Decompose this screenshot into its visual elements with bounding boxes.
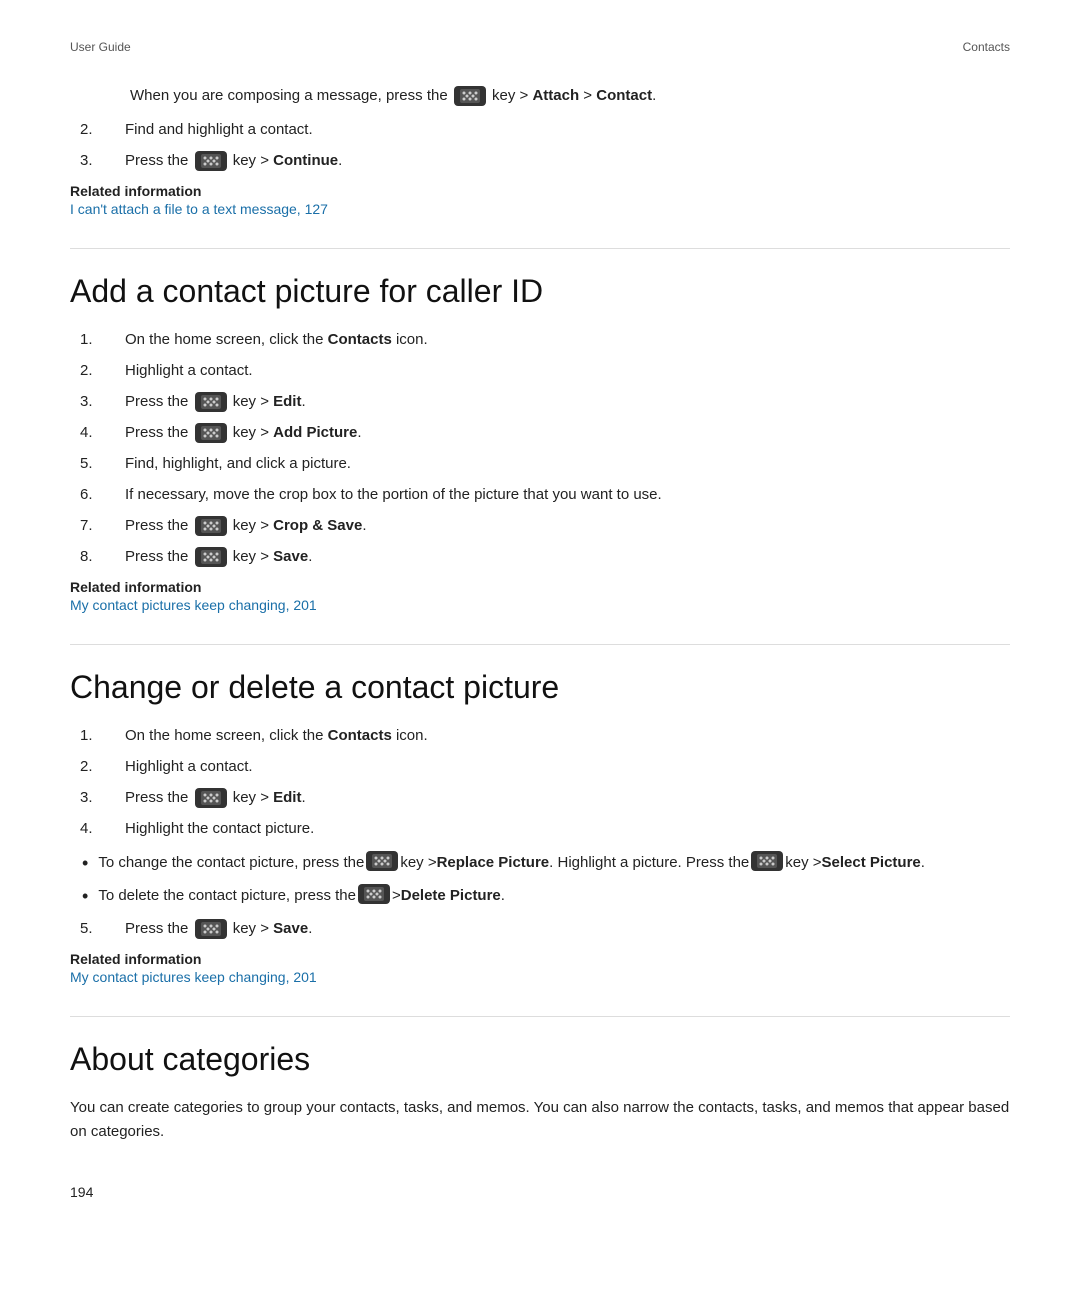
related-info-link-intro[interactable]: I can't attach a file to a text message,… xyxy=(70,201,328,217)
section1-step-2: 2. Highlight a contact. xyxy=(70,359,1010,383)
intro-steps-list: 2. Find and highlight a contact. 3. Pres… xyxy=(70,118,1010,173)
section2-related-label: Related information xyxy=(70,951,1010,967)
intro-step-2: 2. Find and highlight a contact. xyxy=(70,118,1010,142)
section-about-categories: About categories You can create categori… xyxy=(70,1016,1010,1144)
section1-step-4: 4. Press the xyxy=(70,421,1010,445)
section3-text: You can create categories to group your … xyxy=(70,1096,1010,1144)
section2-bullets: To change the contact picture, press the xyxy=(70,851,1010,909)
bb-key-icon-intro-s3 xyxy=(195,151,227,171)
bb-key-icon-intro xyxy=(454,86,486,106)
section3-heading: About categories xyxy=(70,1016,1010,1078)
section2-step-5: 5. Press the xyxy=(70,917,1010,941)
intro-text-after: key > Attach > Contact. xyxy=(492,87,656,104)
section2-heading: Change or delete a contact picture xyxy=(70,644,1010,706)
intro-text-before: When you are composing a message, press … xyxy=(130,87,448,104)
section2-bullet-2: To delete the contact picture, press the xyxy=(70,884,1010,909)
section1-steps: 1. On the home screen, click the Contact… xyxy=(70,328,1010,569)
section1-step-3: 3. Press the xyxy=(70,390,1010,414)
section-add-picture: Add a contact picture for caller ID 1. O… xyxy=(70,248,1010,614)
section1-related-label: Related information xyxy=(70,579,1010,595)
section1-related-info: Related information My contact pictures … xyxy=(70,579,1010,614)
intro-step-3: 3. Press the key > C xyxy=(70,149,1010,173)
section1-related-link[interactable]: My contact pictures keep changing, 201 xyxy=(70,597,317,613)
intro-paragraph: When you are composing a message, press … xyxy=(130,84,1010,108)
section2-step-3: 3. Press the xyxy=(70,786,1010,810)
bb-key-s1-8 xyxy=(195,547,227,567)
section2-related-link[interactable]: My contact pictures keep changing, 201 xyxy=(70,969,317,985)
bb-key-s2-5 xyxy=(195,919,227,939)
page-footer: 194 xyxy=(70,1184,1010,1200)
page-container: User Guide Contacts When you are composi… xyxy=(0,0,1080,1260)
bb-key-s1-7 xyxy=(195,516,227,536)
bb-key-s2-b1b xyxy=(751,851,783,871)
section1-step-1: 1. On the home screen, click the Contact… xyxy=(70,328,1010,352)
header-right: Contacts xyxy=(963,40,1010,54)
section1-heading: Add a contact picture for caller ID xyxy=(70,248,1010,310)
page-number: 194 xyxy=(70,1184,93,1200)
section2-related-info: Related information My contact pictures … xyxy=(70,951,1010,986)
header-left: User Guide xyxy=(70,40,131,54)
section1-step-5: 5. Find, highlight, and click a picture. xyxy=(70,452,1010,476)
section2-step5-list: 5. Press the xyxy=(70,917,1010,941)
bb-key-s2-b1a xyxy=(366,851,398,871)
section2-step-1: 1. On the home screen, click the Contact… xyxy=(70,724,1010,748)
section1-step-6: 6. If necessary, move the crop box to th… xyxy=(70,483,1010,507)
bb-key-s1-3 xyxy=(195,392,227,412)
related-info-label-intro: Related information xyxy=(70,183,1010,199)
bb-key-s2-3 xyxy=(195,788,227,808)
section2-steps: 1. On the home screen, click the Contact… xyxy=(70,724,1010,841)
bb-key-s2-b2 xyxy=(358,884,390,904)
section-change-delete-picture: Change or delete a contact picture 1. On… xyxy=(70,644,1010,986)
page-header: User Guide Contacts xyxy=(70,40,1010,54)
bb-key-s1-4 xyxy=(195,423,227,443)
section1-step-7: 7. Press the xyxy=(70,514,1010,538)
section2-step-4: 4. Highlight the contact picture. xyxy=(70,817,1010,841)
section2-bullet-1: To change the contact picture, press the xyxy=(70,851,1010,876)
section2-step-2: 2. Highlight a contact. xyxy=(70,755,1010,779)
intro-related-info: Related information I can't attach a fil… xyxy=(70,183,1010,218)
section1-step-8: 8. Press the xyxy=(70,545,1010,569)
